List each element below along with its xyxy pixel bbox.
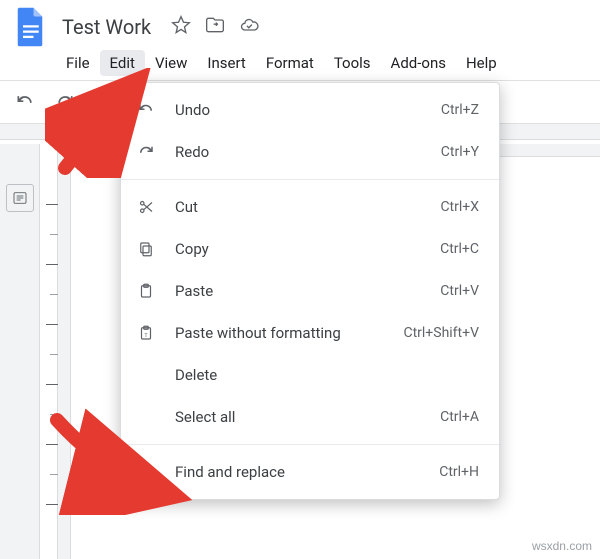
outline-button[interactable] <box>6 184 34 212</box>
redo-icon <box>55 92 75 112</box>
menu-item-shortcut: Ctrl+C <box>440 241 479 257</box>
star-icon[interactable] <box>171 15 191 39</box>
menu-item-copy[interactable]: Copy Ctrl+C <box>121 228 499 270</box>
scissors-icon <box>137 197 163 217</box>
menu-item-paste-without-formatting[interactable]: T Paste without formatting Ctrl+Shift+V <box>121 312 499 354</box>
menu-item-label: Find and replace <box>175 463 439 481</box>
outline-icon <box>12 190 28 206</box>
menu-view[interactable]: View <box>145 50 197 76</box>
menu-item-label: Select all <box>175 408 440 426</box>
edit-menu-dropdown: Undo Ctrl+Z Redo Ctrl+Y Cut Ctrl+X Copy … <box>120 82 500 500</box>
undo-icon <box>15 92 35 112</box>
menu-item-cut[interactable]: Cut Ctrl+X <box>121 186 499 228</box>
titlebar: Test Work <box>0 0 600 46</box>
clipboard-icon <box>137 281 163 301</box>
svg-text:T: T <box>144 333 148 339</box>
move-folder-icon[interactable] <box>205 15 225 39</box>
undo-icon <box>137 100 163 120</box>
menu-item-shortcut: Ctrl+V <box>440 283 479 299</box>
menu-insert[interactable]: Insert <box>197 50 255 76</box>
title-icons <box>171 15 259 39</box>
menu-item-label: Undo <box>175 101 441 119</box>
menu-item-redo[interactable]: Redo Ctrl+Y <box>121 131 499 173</box>
menu-separator <box>121 444 499 445</box>
menu-item-shortcut: Ctrl+X <box>440 199 479 215</box>
menu-file[interactable]: File <box>56 50 100 76</box>
redo-icon <box>137 142 163 162</box>
vertical-ruler <box>40 144 58 559</box>
menu-item-label: Copy <box>175 240 440 258</box>
blank-icon <box>137 407 163 427</box>
menubar: File Edit View Insert Format Tools Add-o… <box>0 46 600 80</box>
menu-item-shortcut: Ctrl+Z <box>441 102 479 118</box>
clipboard-plain-icon: T <box>137 323 163 343</box>
menu-item-shortcut: Ctrl+Shift+V <box>403 325 479 341</box>
watermark: wsxdn.com <box>532 539 592 553</box>
copy-icon <box>137 239 163 259</box>
menu-item-label: Paste without formatting <box>175 324 403 342</box>
menu-separator <box>121 179 499 180</box>
blank-icon <box>137 462 163 482</box>
toolbar-redo-button[interactable] <box>48 87 82 117</box>
menu-item-undo[interactable]: Undo Ctrl+Z <box>121 89 499 131</box>
menu-item-shortcut: Ctrl+Y <box>441 144 479 160</box>
blank-icon <box>137 365 163 385</box>
docs-logo[interactable] <box>12 4 48 50</box>
toolbar-undo-button[interactable] <box>8 87 42 117</box>
menu-item-shortcut: Ctrl+A <box>440 409 479 425</box>
menu-tools[interactable]: Tools <box>324 50 381 76</box>
menu-item-label: Delete <box>175 366 479 384</box>
menu-addons[interactable]: Add-ons <box>381 50 456 76</box>
menu-item-label: Paste <box>175 282 440 300</box>
menu-item-delete[interactable]: Delete <box>121 354 499 396</box>
menu-item-label: Redo <box>175 143 441 161</box>
document-title[interactable]: Test Work <box>56 13 157 41</box>
menu-format[interactable]: Format <box>256 50 324 76</box>
docs-document-icon <box>13 6 47 48</box>
cloud-status-icon[interactable] <box>239 15 259 39</box>
menu-item-shortcut: Ctrl+H <box>439 464 479 480</box>
menu-item-find-and-replace[interactable]: Find and replace Ctrl+H <box>121 451 499 493</box>
menu-help[interactable]: Help <box>456 50 507 76</box>
menu-edit[interactable]: Edit <box>100 50 145 76</box>
menu-item-select-all[interactable]: Select all Ctrl+A <box>121 396 499 438</box>
menu-item-label: Cut <box>175 198 440 216</box>
menu-item-paste[interactable]: Paste Ctrl+V <box>121 270 499 312</box>
left-dock <box>0 144 40 559</box>
